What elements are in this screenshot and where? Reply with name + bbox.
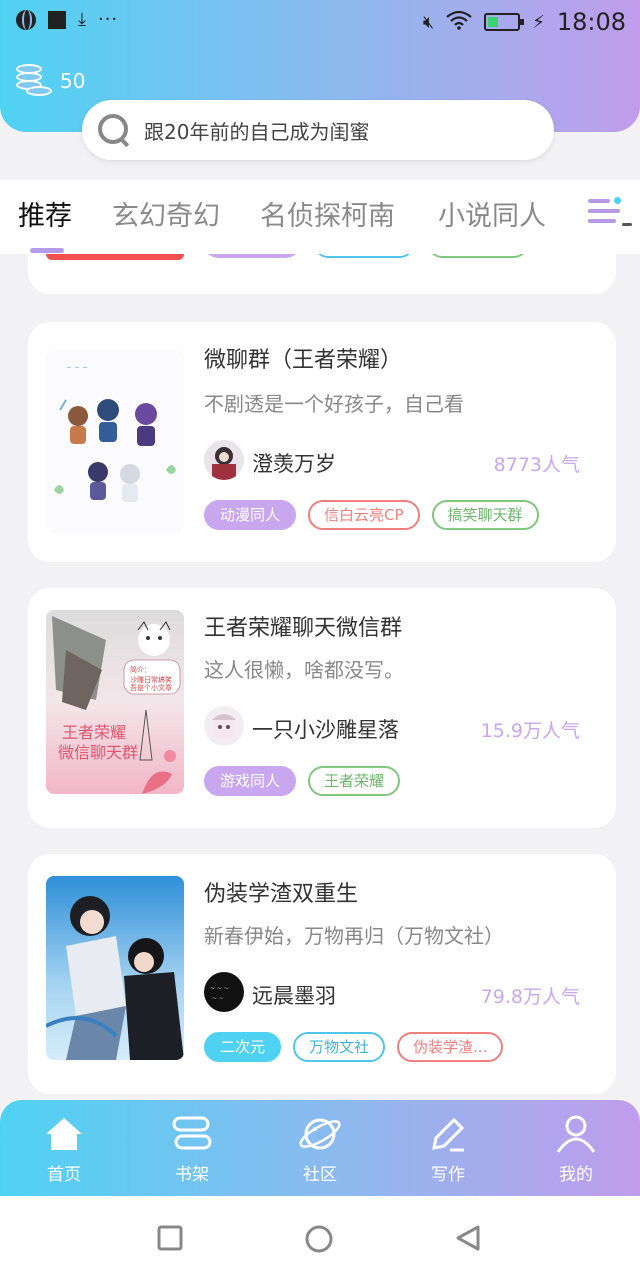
svg-text:微信聊天群: 微信聊天群	[58, 743, 138, 762]
book-description: 这人很懒，啥都没写。	[204, 658, 404, 682]
recent-apps-icon[interactable]	[156, 1224, 184, 1256]
tag[interactable]: 信白云亮CP	[308, 500, 420, 530]
author-name[interactable]: 一只小沙雕星落	[252, 714, 399, 744]
tag[interactable]: 王者荣耀	[308, 766, 401, 796]
nav-label: 写作	[431, 1165, 465, 1185]
book-card[interactable]: 伪装学渣双重生 新春伊始，万物再归（万物文社） ~ ~ ~ ~ ~ 远晨墨羽 79…	[28, 854, 616, 1094]
nav-write[interactable]: 写作	[398, 1112, 498, 1185]
book-card[interactable]: ~ ~ ~ 微聊群（王者荣耀） 不剧透是一个好孩子，自己看 澄羡万岁 8773人…	[28, 322, 616, 562]
more-icon: ···	[97, 9, 119, 30]
nav-label: 我的	[559, 1165, 593, 1185]
bottom-navigation: 首页 书架 社区 写作 我的	[0, 1100, 640, 1196]
book-cover: ~ ~ ~	[46, 350, 184, 534]
category-tabs: 推荐 玄幻奇幻 名侦探柯南 小说同人	[0, 180, 640, 254]
svg-text:吾是个小文章: 吾是个小文章	[130, 683, 172, 692]
globe-icon	[16, 10, 36, 30]
author-avatar[interactable]	[204, 706, 244, 746]
book-title[interactable]: 微聊群（王者荣耀）	[204, 342, 402, 374]
system-navigation-bar	[0, 1196, 640, 1280]
planet-icon	[298, 1112, 342, 1156]
book-title[interactable]: 伪装学渣双重生	[204, 876, 358, 908]
tag[interactable]: 搞笑聊天群	[431, 500, 539, 530]
popularity: 15.9万人气	[480, 720, 580, 742]
tag[interactable]: 二次元	[204, 1032, 282, 1062]
nav-bookshelf[interactable]: 书架	[142, 1112, 242, 1185]
book-description: 不剧透是一个好孩子，自己看	[204, 392, 464, 416]
active-tab-indicator	[30, 248, 64, 253]
bookshelf-icon	[170, 1112, 214, 1156]
battery-icon	[484, 13, 525, 31]
search-placeholder: 跟20年前的自己成为闺蜜	[144, 119, 370, 144]
book-cover	[46, 876, 184, 1060]
user-icon	[554, 1112, 598, 1156]
nav-label: 社区	[303, 1165, 337, 1185]
nav-home[interactable]: 首页	[14, 1112, 114, 1185]
popularity: 79.8万人气	[480, 986, 580, 1008]
status-time: 18:08	[556, 8, 626, 36]
mute-icon: 🔇︎	[422, 11, 435, 33]
tag-list: 动漫同人 信白云亮CP 搞笑聊天群	[204, 500, 539, 530]
tag-list: 二次元 万物文社 伪装学渣...	[204, 1032, 504, 1062]
author-name[interactable]: 澄羡万岁	[252, 448, 336, 478]
coins-icon	[16, 64, 52, 98]
svg-text:简介：: 简介：	[130, 665, 151, 674]
svg-text:沙雕日常搞笑: 沙雕日常搞笑	[130, 675, 172, 684]
author-avatar[interactable]	[204, 440, 244, 480]
tag-partial	[314, 254, 414, 258]
tag[interactable]: 动漫同人	[204, 500, 297, 530]
tab-detective-conan[interactable]: 名侦探柯南	[260, 194, 395, 233]
book-cover: 简介： 沙雕日常搞笑 吾是个小文章 王者荣耀 微信聊天群	[46, 610, 184, 794]
tab-recommend[interactable]: 推荐	[18, 194, 72, 233]
search-icon	[96, 112, 132, 148]
status-left-icons: ⤓ ···	[16, 10, 118, 30]
coin-balance[interactable]: 50	[16, 64, 85, 98]
home-icon	[42, 1112, 86, 1156]
book-card[interactable]: 简介： 沙雕日常搞笑 吾是个小文章 王者荣耀 微信聊天群 王者荣耀聊天微信群 这…	[28, 588, 616, 828]
square-icon	[48, 11, 66, 29]
book-feed: ~ ~ ~ 微聊群（王者荣耀） 不剧透是一个好孩子，自己看 澄羡万岁 8773人…	[0, 254, 640, 1100]
wifi-icon	[446, 10, 472, 35]
charging-icon: ⚡︎	[532, 11, 545, 33]
home-circle-icon[interactable]	[304, 1224, 334, 1258]
tag-partial	[428, 254, 528, 258]
status-right-icons: 🔇︎ ⚡︎ 18:08	[423, 8, 626, 36]
tag[interactable]: 伪装学渣...	[397, 1032, 504, 1062]
tag-list: 游戏同人 王者荣耀	[204, 766, 401, 796]
nav-community[interactable]: 社区	[270, 1112, 370, 1185]
tag[interactable]: 游戏同人	[204, 766, 297, 796]
cover-title: 王者荣耀	[62, 723, 126, 742]
author-avatar[interactable]: ~ ~ ~ ~ ~	[204, 972, 244, 1012]
nav-profile[interactable]: 我的	[526, 1112, 626, 1185]
back-icon[interactable]	[454, 1224, 482, 1256]
tab-novel-fanfic[interactable]: 小说同人	[438, 194, 546, 233]
svg-text:~ ~ ~: ~ ~ ~	[66, 364, 88, 372]
cover-partial	[46, 254, 184, 260]
tab-fantasy[interactable]: 玄幻奇幻	[112, 194, 220, 233]
popularity: 8773人气	[493, 454, 580, 476]
download-icon: ⤓	[78, 9, 86, 30]
pen-icon	[426, 1112, 470, 1156]
status-bar: ⤓ ··· 🔇︎ ⚡︎ 18:08	[0, 0, 640, 44]
book-title[interactable]: 王者荣耀聊天微信群	[204, 610, 402, 642]
tag-partial	[204, 254, 300, 258]
coins-value: 50	[60, 69, 86, 93]
author-name[interactable]: 远晨墨羽	[252, 980, 336, 1010]
category-menu-icon[interactable]	[588, 195, 632, 231]
search-bar[interactable]: 跟20年前的自己成为闺蜜	[82, 100, 554, 160]
nav-label: 首页	[47, 1165, 81, 1185]
book-card-partial[interactable]	[28, 254, 616, 294]
book-description: 新春伊始，万物再归（万物文社）	[204, 924, 504, 948]
nav-label: 书架	[175, 1165, 209, 1185]
svg-text:~ ~ ~: ~ ~ ~	[210, 985, 229, 992]
svg-text:~ ~: ~ ~	[212, 995, 224, 1002]
tag[interactable]: 万物文社	[293, 1032, 386, 1062]
